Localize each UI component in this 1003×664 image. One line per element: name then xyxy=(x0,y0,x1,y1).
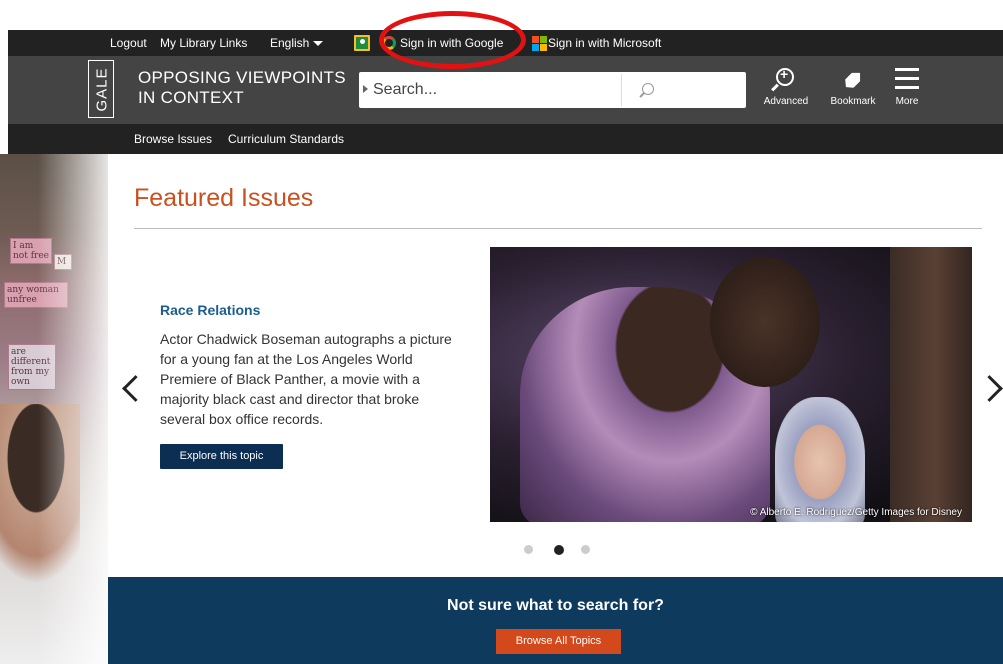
microsoft-signin-link[interactable]: Sign in with Microsoft xyxy=(548,30,661,56)
gale-logo[interactable]: GALE xyxy=(88,60,114,118)
explore-topic-button[interactable]: Explore this topic xyxy=(160,444,283,469)
advanced-search-button[interactable]: Advanced xyxy=(756,64,816,107)
carousel-dot-2[interactable] xyxy=(554,545,564,555)
bookmark-icon xyxy=(842,69,865,92)
more-label: More xyxy=(895,96,919,107)
browse-topics-banner: Not sure what to search for? Browse All … xyxy=(108,577,1003,664)
browse-issues-link[interactable]: Browse Issues xyxy=(134,124,212,154)
google-classroom-icon[interactable] xyxy=(354,35,370,51)
carousel-dot-1[interactable] xyxy=(524,545,533,554)
topic-description: Actor Chadwick Boseman autographs a pict… xyxy=(160,331,452,427)
utility-bar: Logout My Library Links English Sign in … xyxy=(8,30,1003,56)
chevron-down-icon xyxy=(313,41,324,47)
microsoft-icon xyxy=(532,36,547,51)
advanced-label: Advanced xyxy=(763,96,809,107)
product-title-line2: IN CONTEXT xyxy=(138,88,244,107)
search-button[interactable] xyxy=(621,74,681,106)
sub-navigation: Browse Issues Curriculum Standards xyxy=(8,124,1003,154)
divider xyxy=(134,228,982,229)
search-options-icon[interactable] xyxy=(363,85,368,93)
my-library-links[interactable]: My Library Links xyxy=(160,30,247,56)
search-box xyxy=(359,72,746,108)
google-icon xyxy=(382,36,396,50)
language-selector[interactable]: English xyxy=(270,30,324,56)
carousel-dot-3[interactable] xyxy=(581,545,590,554)
more-menu-button[interactable]: More xyxy=(877,64,937,107)
carousel-next-button[interactable] xyxy=(984,373,1000,403)
background-protest-image: I am not free M any woman unfree are dif… xyxy=(0,154,108,664)
bookmark-label: Bookmark xyxy=(830,96,876,107)
search-icon xyxy=(642,83,654,95)
header-bar: GALE OPPOSING VIEWPOINTS IN CONTEXT Adva… xyxy=(8,56,1003,124)
logout-link[interactable]: Logout xyxy=(110,30,147,56)
bookmark-button[interactable]: Bookmark xyxy=(823,64,883,107)
browse-all-topics-button[interactable]: Browse All Topics xyxy=(496,629,621,654)
search-input[interactable] xyxy=(373,74,613,106)
product-title-line1: OPPOSING VIEWPOINTS xyxy=(138,68,346,87)
product-title[interactable]: OPPOSING VIEWPOINTS IN CONTEXT xyxy=(138,68,346,108)
language-label: English xyxy=(270,36,310,50)
advanced-search-icon xyxy=(776,66,794,86)
topic-title-link[interactable]: Race Relations xyxy=(160,302,260,318)
carousel-prev-button[interactable] xyxy=(120,373,136,403)
featured-issues-heading: Featured Issues xyxy=(134,184,314,212)
top-margin xyxy=(0,0,1003,30)
hamburger-icon xyxy=(895,68,919,95)
featured-photo[interactable]: © Alberto E. Rodriguez/Getty Images for … xyxy=(490,247,972,522)
curriculum-standards-link[interactable]: Curriculum Standards xyxy=(228,124,344,154)
banner-title: Not sure what to search for? xyxy=(447,597,664,614)
google-signin-link[interactable]: Sign in with Google xyxy=(400,30,503,56)
photo-credit: © Alberto E. Rodriguez/Getty Images for … xyxy=(750,507,962,518)
